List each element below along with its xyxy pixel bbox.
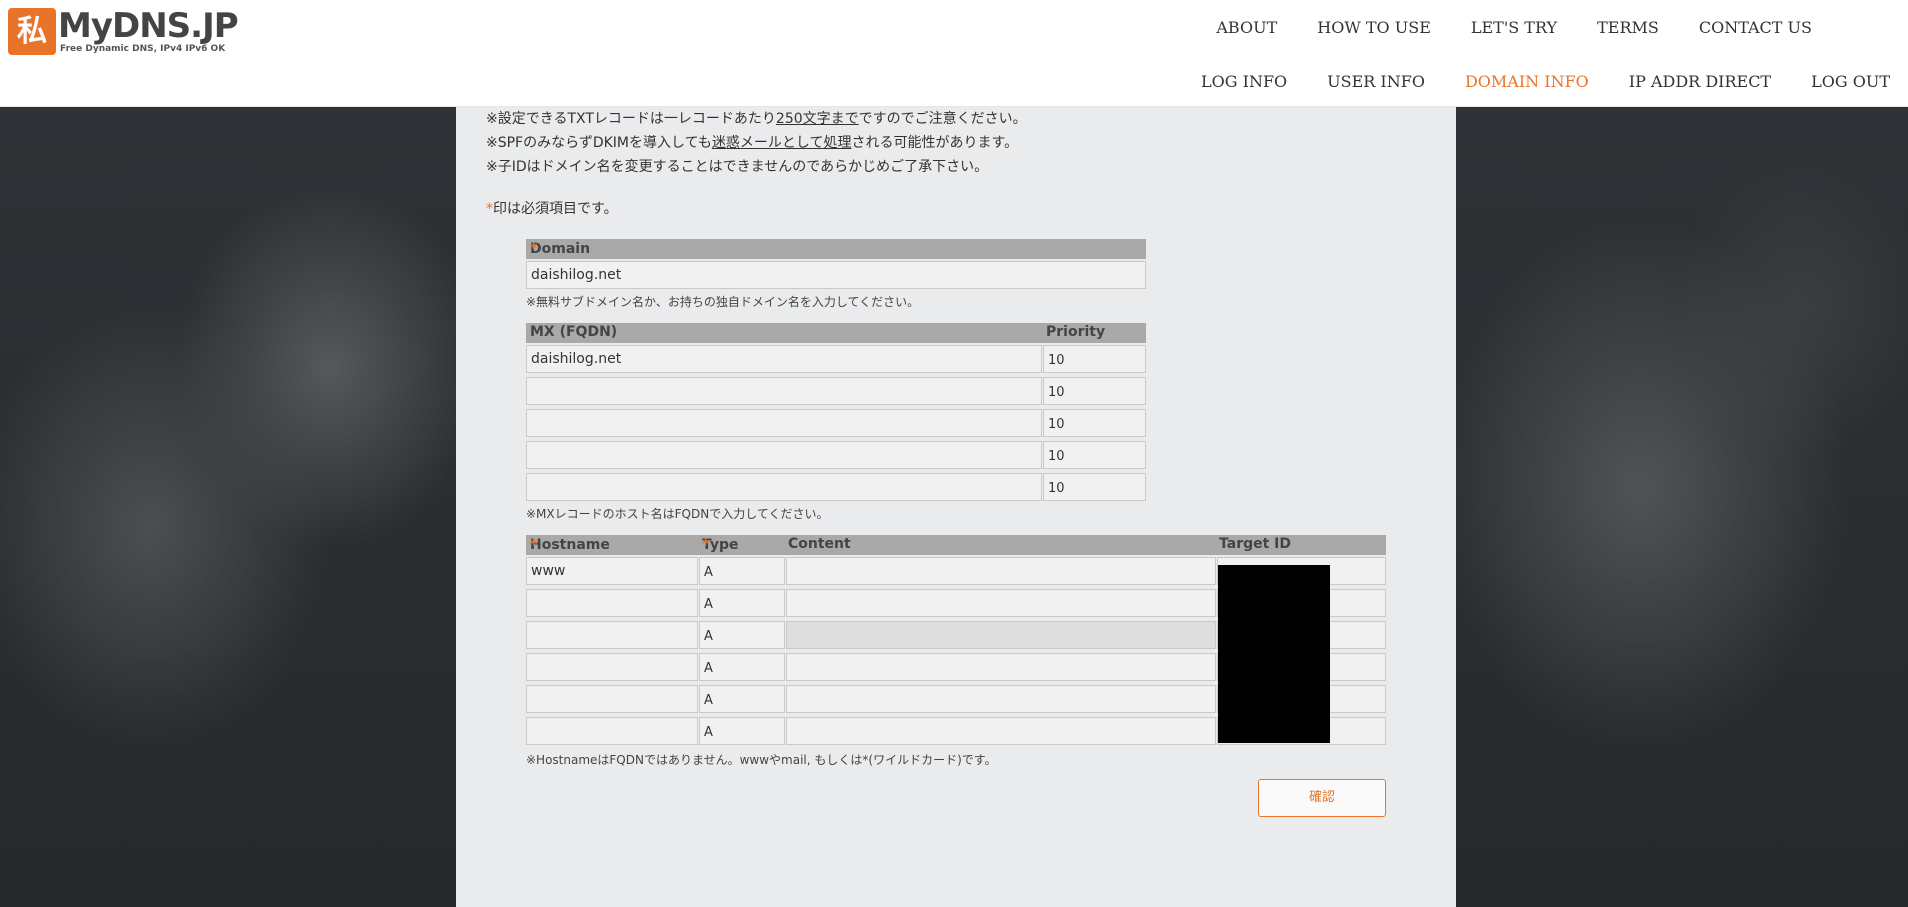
record-hostname-input-4[interactable] xyxy=(526,653,698,681)
nav-how-to-use[interactable]: HOW TO USE xyxy=(1297,18,1451,38)
redaction-block xyxy=(1218,565,1330,743)
record-type-select-5[interactable]: A xyxy=(699,685,785,713)
records-header: Hostname * Type * Content Target ID xyxy=(526,535,1386,555)
notice-list: ※設定できるTXTレコードは一レコードあたり250文字までですのでご注意ください… xyxy=(486,107,1027,179)
nav-top: ABOUT HOW TO USE LET'S TRY TERMS CONTACT… xyxy=(1196,18,1908,38)
notice-child-id: ※子IDはドメイン名を変更することはできませんのであらかじめご了承下さい。 xyxy=(486,159,989,175)
notice-txt-limit: ※設定できるTXTレコードは一レコードあたり250文字までですのでご注意ください… xyxy=(486,111,1027,127)
mx-hint: ※MXレコードのホスト名はFQDNで入力してください。 xyxy=(526,507,829,521)
record-hostname-input-1[interactable]: www xyxy=(526,557,698,585)
record-type-select-2[interactable]: A xyxy=(699,589,785,617)
mx-host-input-5[interactable] xyxy=(526,473,1042,501)
mx-host-input-1[interactable]: daishilog.net xyxy=(526,345,1042,373)
site-header: 私 MyDNS.JP Free Dynamic DNS, IPv4 IPv6 O… xyxy=(0,0,1908,107)
record-type-select-3[interactable]: A xyxy=(699,621,785,649)
confirm-button[interactable]: 確認 xyxy=(1258,779,1386,817)
mx-priority-input-4[interactable]: 10 xyxy=(1043,441,1146,469)
record-content-input-1[interactable] xyxy=(786,557,1216,585)
site-logo[interactable]: 私 MyDNS.JP Free Dynamic DNS, IPv4 IPv6 O… xyxy=(8,6,239,58)
mx-host-input-2[interactable] xyxy=(526,377,1042,405)
mx-host-input-3[interactable] xyxy=(526,409,1042,437)
record-type-select-6[interactable]: A xyxy=(699,717,785,745)
nav-ip-addr-direct[interactable]: IP ADDR DIRECT xyxy=(1609,72,1791,92)
logo-tagline: Free Dynamic DNS, IPv4 IPv6 OK xyxy=(60,44,226,54)
record-content-input-4[interactable] xyxy=(786,653,1216,681)
mx-priority-input-5[interactable]: 10 xyxy=(1043,473,1146,501)
mx-priority-input-2[interactable]: 10 xyxy=(1043,377,1146,405)
logo-text: MyDNS.JP xyxy=(58,6,239,46)
nav-lets-try[interactable]: LET'S TRY xyxy=(1451,18,1577,38)
nav-log-out[interactable]: LOG OUT xyxy=(1791,72,1908,92)
nav-terms[interactable]: TERMS xyxy=(1577,18,1679,38)
domain-header: Domain * xyxy=(526,239,1146,259)
record-hostname-input-6[interactable] xyxy=(526,717,698,745)
content-panel: ※設定できるTXTレコードは一レコードあたり250文字までですのでご注意ください… xyxy=(456,107,1456,907)
mx-host-input-4[interactable] xyxy=(526,441,1042,469)
mx-header: MX (FQDN) Priority xyxy=(526,323,1146,343)
record-hostname-input-2[interactable] xyxy=(526,589,698,617)
record-content-input-2[interactable] xyxy=(786,589,1216,617)
nav-about[interactable]: ABOUT xyxy=(1196,18,1297,38)
mx-priority-input-3[interactable]: 10 xyxy=(1043,409,1146,437)
record-content-input-6[interactable] xyxy=(786,717,1216,745)
nav-contact-us[interactable]: CONTACT US xyxy=(1679,18,1908,38)
record-content-input-3[interactable] xyxy=(786,621,1216,649)
record-content-input-5[interactable] xyxy=(786,685,1216,713)
nav-log-info[interactable]: LOG INFO xyxy=(1181,72,1307,92)
required-star: * xyxy=(486,201,493,217)
nav-bottom: LOG INFO USER INFO DOMAIN INFO IP ADDR D… xyxy=(1181,72,1908,92)
nav-user-info[interactable]: USER INFO xyxy=(1307,72,1445,92)
logo-mark: 私 xyxy=(8,8,56,55)
record-hostname-input-3[interactable] xyxy=(526,621,698,649)
record-type-select-4[interactable]: A xyxy=(699,653,785,681)
required-note: *印は必須項目です。 xyxy=(486,201,618,217)
record-type-select-1[interactable]: A xyxy=(699,557,785,585)
record-hostname-input-5[interactable] xyxy=(526,685,698,713)
mx-priority-input-1[interactable]: 10 xyxy=(1043,345,1146,373)
notice-spf-dkim: ※SPFのみならずDKIMを導入しても迷惑メールとして処理される可能性があります… xyxy=(486,135,1019,151)
domain-input[interactable]: daishilog.net xyxy=(526,261,1146,289)
domain-hint: ※無料サブドメイン名か、お持ちの独自ドメイン名を入力してください。 xyxy=(526,295,920,309)
records-hint: ※HostnameはFQDNではありません。wwwやmail, もしくは*(ワイ… xyxy=(526,753,997,767)
nav-domain-info[interactable]: DOMAIN INFO xyxy=(1445,72,1609,92)
